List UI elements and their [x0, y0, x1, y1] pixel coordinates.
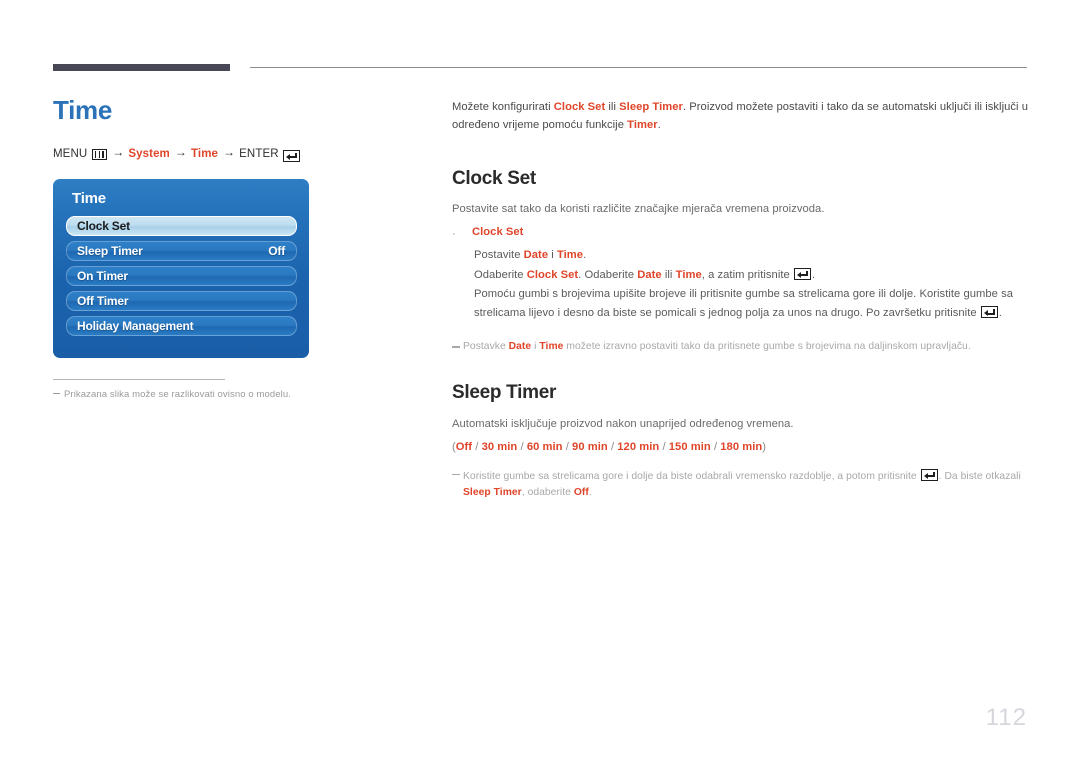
intro-paragraph: Možete konfigurirati Clock Set ili Sleep… [452, 98, 1030, 134]
enter-key-icon [920, 468, 938, 481]
intro-term-timer: Timer [627, 119, 658, 132]
st-note-term-sleep-timer: Sleep Timer [463, 487, 522, 499]
osd-menu-item-label: On Timer [77, 269, 128, 283]
note-text-e: možete izravno postaviti tako da pritisn… [563, 341, 971, 353]
sleep-timer-note-body: Koristite gumbe sa strelicama gore i dol… [463, 467, 1030, 502]
page-title: Time [53, 95, 113, 125]
option-60min: 60 min [526, 440, 563, 453]
breadcrumb-arrow-3: → [223, 144, 236, 159]
options-close-paren: ) [762, 440, 767, 453]
option-90min: 90 min [572, 440, 608, 453]
step2-text-a: Odaberite [474, 268, 527, 281]
step2-text-e: ili [661, 268, 676, 281]
breadcrumb-step-system: System [128, 147, 170, 160]
sleep-timer-note: Koristite gumbe sa strelicama gore i dol… [452, 467, 1030, 502]
clock-set-bullet: · Clock Set [452, 226, 1030, 243]
note-term-time: Time [539, 341, 564, 353]
osd-menu-item-label: Clock Set [77, 219, 130, 233]
st-note-text-b: . Da biste otkazali [938, 470, 1021, 482]
breadcrumb-step-time: Time [191, 147, 219, 160]
step2-term-time: Time [675, 268, 702, 281]
option-off: Off [455, 440, 473, 453]
header-rule-thin [250, 67, 1027, 68]
osd-menu-title: Time [72, 190, 106, 207]
step2-text-g: , a zatim pritisnite [701, 268, 793, 281]
breadcrumb-enter-label: ENTER [239, 147, 279, 160]
osd-menu-item-off-timer[interactable]: Off Timer [66, 291, 297, 311]
step2-text-c: . Odaberite [578, 268, 638, 281]
osd-menu-item-on-timer[interactable]: On Timer [66, 266, 297, 286]
breadcrumb-menu-label: MENU [53, 147, 88, 160]
osd-menu-item-sleep-timer[interactable]: Sleep Timer Off [66, 241, 297, 261]
step3-text-a: Pomoću gumbi s brojevima upišite brojeve… [474, 287, 1014, 320]
osd-menu-item-value: Off [268, 244, 285, 258]
clock-set-note: Postavke Date i Time možete izravno post… [452, 339, 1030, 355]
footnote-text-row: Prikazana slika može se razlikovati ovis… [53, 389, 353, 400]
intro-text-2: ili [605, 101, 620, 113]
osd-menu-panel: Time Clock Set Sleep Timer Off On Timer … [53, 179, 309, 358]
step1-text-c: i [548, 249, 557, 262]
intro-text-1: Možete konfigurirati [452, 101, 554, 113]
note-dash-icon [452, 473, 463, 502]
breadcrumb-arrow-2: → [174, 144, 187, 159]
st-note-text-d: , odaberite [521, 487, 574, 499]
clock-set-note-body: Postavke Date i Time možete izravno post… [463, 339, 1030, 355]
step1-text-e: . [583, 249, 587, 262]
option-30min: 30 min [481, 440, 518, 453]
header-rule-thick [53, 64, 230, 71]
page-number: 112 [985, 704, 1027, 731]
step1-term-time: Time [556, 249, 584, 262]
osd-menu-item-clock-set[interactable]: Clock Set [66, 216, 297, 236]
note-term-date: Date [508, 341, 532, 353]
footnote-divider [53, 379, 225, 380]
step3-text-b: . [998, 307, 1002, 320]
breadcrumb: MENU → System → Time → ENTER [53, 144, 433, 162]
sleep-timer-options: (Off / 30 min / 60 min / 90 min / 120 mi… [452, 440, 767, 453]
bullet-dot-icon: · [452, 228, 456, 241]
clock-set-bullet-label: Clock Set [472, 226, 524, 239]
step2-text-h: . [811, 268, 816, 281]
clock-set-step-2: Odaberite Clock Set. Odaberite Date ili … [474, 266, 1030, 285]
section-heading-sleep-timer: Sleep Timer [452, 381, 557, 403]
breadcrumb-arrow-1: → [112, 144, 125, 159]
st-note-term-off: Off [573, 487, 589, 499]
intro-text-4: . [657, 119, 661, 132]
clock-set-step-3: Pomoću gumbi s brojevima upišite brojeve… [474, 285, 1030, 324]
osd-menu-item-holiday-management[interactable]: Holiday Management [66, 316, 297, 336]
osd-menu-item-label: Holiday Management [77, 319, 194, 333]
right-column: Možete konfigurirati Clock Set ili Sleep… [452, 98, 1030, 502]
step1-text-a: Postavite [474, 249, 524, 262]
note-dash-icon [452, 346, 463, 355]
menu-grid-icon [92, 149, 108, 161]
st-note-text-f: . [588, 487, 592, 499]
enter-key-icon [793, 267, 811, 280]
option-150min: 150 min [668, 440, 711, 453]
osd-menu-item-label: Off Timer [77, 294, 129, 308]
note-text-a: Postavke [463, 341, 509, 353]
left-column: Time MENU → System → Time → ENTER [53, 95, 433, 162]
option-180min: 180 min [720, 440, 763, 453]
st-note-text-a: Koristite gumbe sa strelicama gore i dol… [463, 470, 920, 482]
footnote-text: Prikazana slika može se razlikovati ovis… [64, 389, 291, 400]
option-120min: 120 min [617, 440, 660, 453]
step2-term-date: Date [637, 268, 662, 281]
clock-set-description: Postavite sat tako da koristi različite … [452, 203, 825, 216]
section-heading-clock-set: Clock Set [452, 168, 536, 190]
intro-term-clock-set: Clock Set [553, 101, 606, 113]
step2-term-clock-set: Clock Set [526, 268, 579, 281]
osd-menu-item-label: Sleep Timer [77, 244, 143, 258]
sleep-timer-description: Automatski isključuje proizvod nakon una… [452, 417, 794, 430]
left-footnote: Prikazana slika može se razlikovati ovis… [53, 379, 353, 400]
step1-term-date: Date [523, 249, 549, 262]
footnote-dash-icon [53, 392, 60, 394]
enter-key-icon [980, 306, 998, 319]
clock-set-step-1: Postavite Date i Time. [474, 246, 1030, 265]
enter-key-icon [282, 149, 300, 162]
intro-term-sleep-timer: Sleep Timer [619, 101, 683, 113]
